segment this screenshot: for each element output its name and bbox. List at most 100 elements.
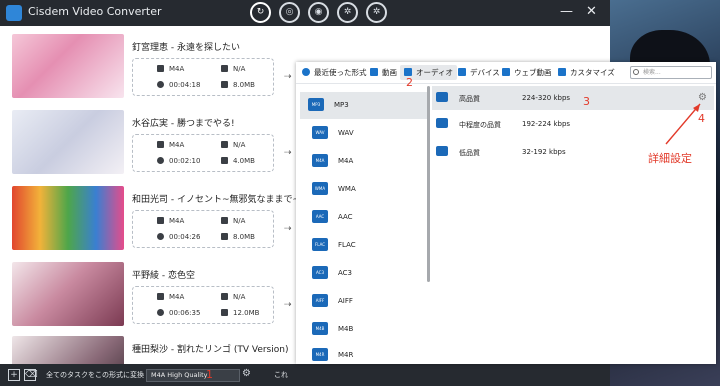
- database-icon: [221, 233, 228, 240]
- main-nav: ↻ ◎ ◉ ✲ ✲: [250, 2, 387, 23]
- trash-icon[interactable]: ⌫: [24, 369, 38, 381]
- annotation-number: 3: [583, 95, 590, 108]
- list-item[interactable]: MP3 MP3: [300, 92, 428, 119]
- format-panel: 最近使った形式 動画 オーディオ デバイス ウェブ動画 カスタマイズ 検索...…: [296, 62, 716, 364]
- add-icon[interactable]: +: [8, 369, 20, 381]
- search-icon: [633, 69, 639, 75]
- list-item[interactable]: AC3 AC3: [304, 260, 428, 287]
- duration-value: 00:04:26: [169, 233, 201, 241]
- database-icon: [221, 157, 228, 164]
- clock-icon: [302, 68, 310, 76]
- rip-icon[interactable]: ◎: [279, 2, 300, 23]
- task-title: 平野綾 - 恋色空: [132, 271, 195, 281]
- screen-icon: [221, 293, 228, 300]
- resolution-value: N/A: [233, 293, 246, 301]
- list-item[interactable]: FLAC FLAC: [304, 232, 428, 259]
- music-note-icon: [404, 68, 412, 76]
- format-value: M4A: [169, 65, 185, 73]
- annotation-arrow: [665, 103, 701, 145]
- thumbnail: [12, 186, 124, 250]
- duration-value: 00:02:10: [169, 157, 201, 165]
- list-item[interactable]: AAC AAC: [304, 204, 428, 231]
- task-info: M4A N/A 00:04:26 8.0MB: [132, 210, 274, 248]
- scrollbar[interactable]: [427, 86, 430, 282]
- screen-icon: [221, 65, 228, 72]
- format-list: MP3 MP3 WAV WAV M4A M4A WMA WMA AAC AAC FLAC F…: [300, 84, 428, 364]
- size-value: 12.0MB: [233, 309, 260, 317]
- task-title: 釘宮理恵 - 永遠を探したい: [132, 43, 240, 53]
- phone-icon: [458, 68, 466, 76]
- task-title: 和田光司 - イノセント~無邪気なままで~: [132, 195, 301, 205]
- reel-icon[interactable]: ✲: [366, 2, 387, 23]
- film-icon: [157, 217, 164, 224]
- task-info: M4A N/A 00:04:18 8.0MB: [132, 58, 274, 96]
- arrow-icon: ⇢: [284, 224, 292, 234]
- arrow-icon: ⇢: [284, 148, 292, 158]
- tab-web-video[interactable]: ウェブ動画: [502, 67, 552, 78]
- video-icon: [370, 68, 378, 76]
- film-icon: [157, 65, 164, 72]
- convert-icon[interactable]: ↻: [250, 2, 271, 23]
- tab-video[interactable]: 動画: [370, 67, 397, 78]
- screen-icon: [221, 141, 228, 148]
- arrow-icon: ⇢: [284, 72, 292, 82]
- annotation-label: 詳細設定: [648, 152, 692, 165]
- title-bar: Cisdem Video Converter ↻ ◎ ◉ ✲ ✲ — ✕: [0, 0, 610, 26]
- audio-file-icon: WMA: [312, 182, 328, 195]
- list-item[interactable]: WMA WMA: [304, 176, 428, 203]
- film-icon: [157, 141, 164, 148]
- size-value: 4.0MB: [233, 157, 255, 165]
- clock-icon: [157, 157, 164, 164]
- database-icon: [221, 81, 228, 88]
- tab-device[interactable]: デバイス: [458, 67, 500, 78]
- output-format-select[interactable]: M4A High Quality: [146, 369, 240, 382]
- task-info: M4A N/A 00:06:35 12.0MB: [132, 286, 274, 324]
- audio-file-icon: MP3: [308, 98, 324, 111]
- tab-recent[interactable]: 最近使った形式: [302, 67, 367, 78]
- list-item[interactable]: M4B M4B: [304, 316, 428, 343]
- resolution-value: N/A: [233, 217, 246, 225]
- size-value: 8.0MB: [233, 81, 255, 89]
- format-value: M4A: [169, 217, 185, 225]
- web-icon: [502, 68, 510, 76]
- trailing-text: これ: [274, 371, 288, 379]
- app-logo-icon: [6, 5, 22, 21]
- burn-icon[interactable]: ◉: [308, 2, 329, 23]
- audio-file-icon: FLAC: [312, 238, 328, 251]
- format-value: M4A: [169, 141, 185, 149]
- list-item[interactable]: AIFF AIFF: [304, 288, 428, 315]
- convert-all-label: 全てのタスクをこの形式に変換: [46, 371, 144, 379]
- size-value: 8.0MB: [233, 233, 255, 241]
- duration-value: 00:04:18: [169, 81, 201, 89]
- list-icon: [558, 68, 566, 76]
- audio-file-icon: AIFF: [312, 294, 328, 307]
- annotation-number: 2: [406, 76, 413, 89]
- audio-file-icon: AAC: [312, 210, 328, 223]
- audio-file-icon: M4R: [312, 348, 328, 361]
- clock-icon: [157, 81, 164, 88]
- gear-icon[interactable]: ⚙: [242, 368, 251, 379]
- audio-file-icon: [436, 92, 448, 102]
- film-icon: [157, 293, 164, 300]
- audio-file-icon: [436, 146, 448, 156]
- clock-icon: [157, 233, 164, 240]
- audio-file-icon: AC3: [312, 266, 328, 279]
- list-item[interactable]: M4R M4R: [304, 342, 428, 369]
- app-title: Cisdem Video Converter: [28, 5, 162, 18]
- task-title: 水谷広実 - 勝つまでやる!: [132, 119, 235, 129]
- tab-customize[interactable]: カスタマイズ: [558, 67, 615, 78]
- format-tabs: 最近使った形式 動画 オーディオ デバイス ウェブ動画 カスタマイズ 検索...: [296, 62, 716, 84]
- resolution-value: N/A: [233, 65, 246, 73]
- search-input[interactable]: 検索...: [630, 66, 712, 79]
- audio-file-icon: [436, 118, 448, 128]
- resolution-value: N/A: [233, 141, 246, 149]
- list-item[interactable]: WAV WAV: [304, 120, 428, 147]
- task-title: 種田梨沙 - 割れたリンゴ (TV Version): [132, 345, 289, 355]
- audio-file-icon: M4B: [312, 322, 328, 335]
- minimize-button[interactable]: —: [560, 4, 573, 19]
- audio-file-icon: M4A: [312, 154, 328, 167]
- close-button[interactable]: ✕: [586, 4, 597, 19]
- film-icon[interactable]: ✲: [337, 2, 358, 23]
- screen-icon: [221, 217, 228, 224]
- list-item[interactable]: M4A M4A: [304, 148, 428, 175]
